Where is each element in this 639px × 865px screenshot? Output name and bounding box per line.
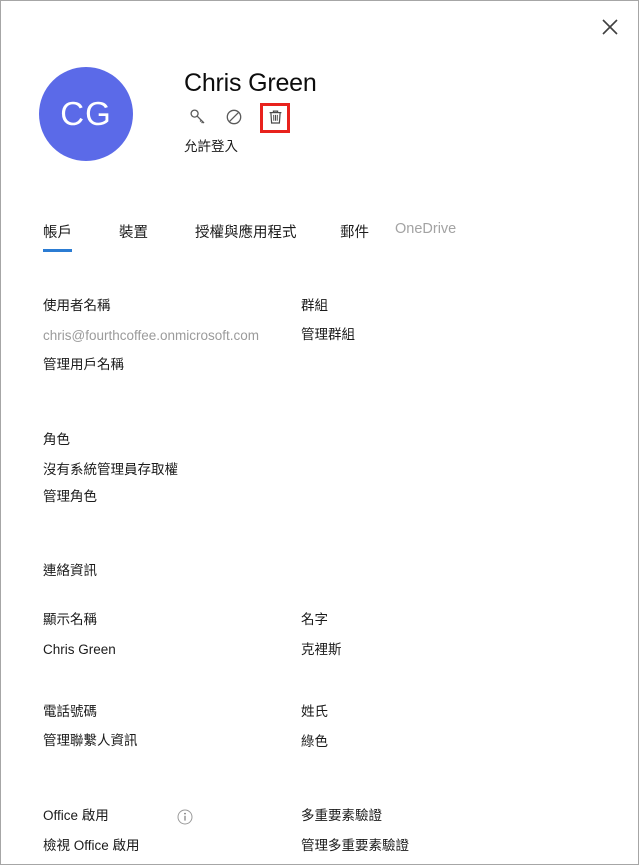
field-row-office-mfa: Office 啟用 檢視 Office 啟用 多重要素驗證 管理多重要素驗證 <box>43 807 603 854</box>
first-name-label: 名字 <box>301 611 328 627</box>
tab-onedrive[interactable]: OneDrive <box>395 221 456 247</box>
avatar-initials: CG <box>60 95 112 132</box>
trash-icon <box>268 109 283 128</box>
field-groups: 群組 管理群組 <box>301 297 603 375</box>
tab-bar: 帳戶 裝置 授權與應用程式 郵件 OneDrive <box>43 221 618 257</box>
view-office-activation-link[interactable]: 檢視 Office 啟用 <box>43 837 140 855</box>
tab-licenses-apps[interactable]: 授權與應用程式 <box>195 221 297 252</box>
field-phone-number: 電話號碼 管理聯繫人資訊 <box>43 703 301 751</box>
user-header-details: Chris Green 允許登入 <box>184 67 317 155</box>
manage-mfa-link[interactable]: 管理多重要素驗證 <box>301 837 409 855</box>
close-button[interactable] <box>592 9 628 45</box>
contact-info-right-empty <box>301 562 603 580</box>
username-label: 使用者名稱 <box>43 298 111 313</box>
manage-groups-link[interactable]: 管理群組 <box>301 326 355 344</box>
first-name-value: 克裡斯 <box>301 641 342 657</box>
field-first-name: 名字 克裡斯 <box>301 611 603 659</box>
manage-roles-link[interactable]: 管理角色 <box>43 488 97 506</box>
user-action-toolbar <box>184 103 317 133</box>
contact-info-section: 連絡資訊 <box>43 562 301 580</box>
field-row-phone-lastname: 電話號碼 管理聯繫人資訊 姓氏 綠色 <box>43 703 603 751</box>
tab-devices[interactable]: 裝置 <box>119 221 148 252</box>
field-row-username-groups: 使用者名稱 chris@fourthcoffee.onmicrosoft.com… <box>43 297 603 375</box>
tab-account[interactable]: 帳戶 <box>43 221 72 252</box>
block-icon <box>225 108 243 129</box>
close-icon <box>600 17 620 37</box>
field-last-name: 姓氏 綠色 <box>301 703 603 751</box>
roles-value: 沒有系統管理員存取權 <box>43 461 178 477</box>
field-display-name: 顯示名稱 Chris Green <box>43 611 301 659</box>
user-header: CG Chris Green 允許登入 <box>39 67 618 161</box>
office-activation-label-row: Office 啟用 <box>43 807 301 825</box>
field-row-roles: 角色 沒有系統管理員存取權 管理角色 <box>43 431 603 507</box>
office-activation-label: Office 啟用 <box>43 808 109 824</box>
groups-label: 群組 <box>301 298 328 313</box>
display-name-label: 顯示名稱 <box>43 611 97 627</box>
field-row-contact-heading: 連絡資訊 <box>43 562 603 580</box>
info-icon[interactable] <box>177 809 193 825</box>
phone-number-label: 電話號碼 <box>43 703 97 719</box>
field-row-names: 顯示名稱 Chris Green 名字 克裡斯 <box>43 611 603 659</box>
sign-in-status: 允許登入 <box>184 139 238 154</box>
field-roles-right-empty <box>301 431 603 507</box>
last-name-value: 綠色 <box>301 734 328 750</box>
key-icon <box>189 108 207 129</box>
display-name-value: Chris Green <box>43 641 116 657</box>
manage-username-link[interactable]: 管理用戶名稱 <box>43 356 124 374</box>
avatar: CG <box>39 67 133 161</box>
contact-info-label: 連絡資訊 <box>43 563 97 579</box>
last-name-label: 姓氏 <box>301 703 328 719</box>
block-sign-in-action[interactable] <box>220 104 248 132</box>
roles-label: 角色 <box>43 431 70 447</box>
page-title: Chris Green <box>184 69 317 97</box>
mfa-label: 多重要素驗證 <box>301 808 382 824</box>
username-value: chris@fourthcoffee.onmicrosoft.com <box>43 328 260 344</box>
account-details: 使用者名稱 chris@fourthcoffee.onmicrosoft.com… <box>43 297 603 855</box>
delete-user-action[interactable] <box>260 103 290 133</box>
field-roles: 角色 沒有系統管理員存取權 管理角色 <box>43 431 301 507</box>
manage-contact-info-link[interactable]: 管理聯繫人資訊 <box>43 732 138 750</box>
field-office-activation: Office 啟用 檢視 Office 啟用 <box>43 807 301 854</box>
user-detail-panel: CG Chris Green 允許登入 帳戶 裝置 授權與應用程式 郵件 One… <box>0 0 639 865</box>
reset-password-action[interactable] <box>184 104 212 132</box>
tab-mail[interactable]: 郵件 <box>340 221 369 252</box>
field-mfa: 多重要素驗證 管理多重要素驗證 <box>301 807 603 854</box>
field-username: 使用者名稱 chris@fourthcoffee.onmicrosoft.com… <box>43 297 301 375</box>
